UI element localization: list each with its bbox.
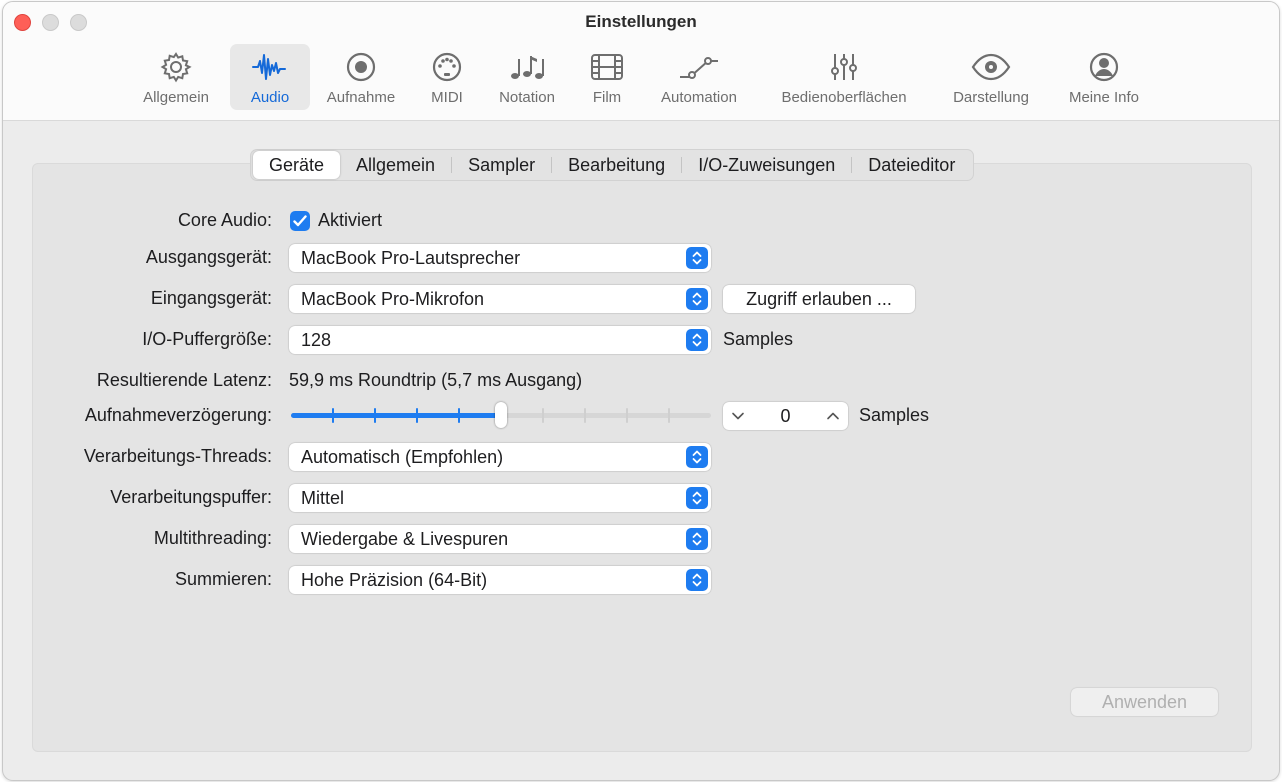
toolbar-item-midi[interactable]: MIDI [419, 44, 475, 110]
threads-label: Verarbeitungs-Threads: [83, 446, 272, 466]
toolbar-item-audio[interactable]: Audio [230, 44, 310, 110]
waveform-icon [252, 49, 288, 85]
tab-bearbeitung[interactable]: Bearbeitung [552, 151, 681, 179]
toolbar-label: Meine Info [1068, 89, 1140, 106]
toolbar-label: Audio [250, 89, 290, 106]
core-audio-label: Core Audio: [177, 210, 272, 230]
toolbar-label: Film [592, 89, 622, 106]
summing-select[interactable]: Hohe Präzision (64-Bit) [289, 566, 711, 594]
toolbar-label: Automation [661, 89, 737, 106]
slider-tick [626, 408, 628, 423]
latency-label: Resultierende Latenz: [96, 370, 272, 390]
core-audio-checkbox[interactable] [290, 211, 310, 231]
chevron-up-icon[interactable] [826, 409, 840, 428]
toolbar-item-bedienoberflaechen[interactable]: Bedienoberflächen [769, 44, 919, 110]
process-buffer-select[interactable]: Mittel [289, 484, 711, 512]
input-device-value: MacBook Pro-Mikrofon [301, 289, 485, 309]
allow-access-button[interactable]: Zugriff erlauben ... [723, 285, 915, 313]
film-icon [590, 49, 624, 85]
chevron-updown-icon [686, 288, 708, 310]
buffer-size-label: I/O-Puffergröße: [142, 329, 272, 349]
toolbar-item-darstellung[interactable]: Darstellung [943, 44, 1039, 110]
checkmark-icon [293, 215, 307, 227]
recording-delay-unit: Samples [859, 405, 930, 425]
slider-tick [416, 408, 418, 423]
automation-icon [678, 49, 720, 85]
chevron-updown-icon [686, 487, 708, 509]
toolbar-label: Allgemein [143, 89, 209, 106]
tab-sampler[interactable]: Sampler [452, 151, 551, 179]
toolbar-label: MIDI [431, 89, 463, 106]
toolbar-label: Aufnahme [326, 89, 396, 106]
toolbar-item-meine-info[interactable]: Meine Info [1059, 44, 1149, 110]
toolbar-item-film[interactable]: Film [581, 44, 633, 110]
recording-delay-slider[interactable] [291, 402, 711, 428]
slider-tick [458, 408, 460, 423]
chevron-updown-icon [686, 329, 708, 351]
toolbar-label: Notation [499, 89, 555, 106]
slider-thumb[interactable] [495, 402, 507, 428]
tab-allgemein[interactable]: Allgemein [340, 151, 451, 179]
buffer-size-select[interactable]: 128 [289, 326, 711, 354]
toolbar-item-allgemein[interactable]: Allgemein [136, 44, 216, 110]
multithreading-label: Multithreading: [153, 528, 272, 548]
notes-icon [509, 49, 545, 85]
window-title: Einstellungen [585, 12, 697, 31]
input-device-label: Eingangsgerät: [150, 288, 272, 308]
toolbar-item-automation[interactable]: Automation [651, 44, 747, 110]
buffer-size-unit: Samples [723, 329, 794, 349]
slider-tick [668, 408, 670, 423]
slider-tick [332, 408, 334, 423]
process-buffer-label: Verarbeitungspuffer: [110, 487, 272, 507]
toolbar-item-aufnahme[interactable]: Aufnahme [321, 44, 401, 110]
tab-io-zuweisungen[interactable]: I/O-Zuweisungen [682, 151, 851, 179]
multithreading-value: Wiedergabe & Livespuren [301, 529, 509, 549]
output-device-value: MacBook Pro-Lautsprecher [301, 248, 521, 268]
process-buffer-value: Mittel [301, 488, 345, 508]
midi-icon [431, 49, 463, 85]
recording-delay-label: Aufnahmeverzögerung: [84, 405, 272, 425]
threads-value: Automatisch (Empfohlen) [301, 447, 504, 467]
input-device-select[interactable]: MacBook Pro-Mikrofon [289, 285, 711, 313]
record-icon [345, 49, 377, 85]
toolbar-label: Darstellung [953, 89, 1029, 106]
sliders-icon [829, 49, 859, 85]
chevron-updown-icon [686, 247, 708, 269]
multithreading-select[interactable]: Wiedergabe & Livespuren [289, 525, 711, 553]
latency-value: 59,9 ms Roundtrip (5,7 ms Ausgang) [289, 370, 583, 390]
buffer-size-value: 128 [301, 330, 332, 350]
slider-tick [374, 408, 376, 423]
output-device-select[interactable]: MacBook Pro-Lautsprecher [289, 244, 711, 272]
tab-geraete[interactable]: Geräte [253, 151, 341, 179]
chevron-updown-icon [686, 446, 708, 468]
slider-fill [291, 413, 501, 418]
threads-select[interactable]: Automatisch (Empfohlen) [289, 443, 711, 471]
tab-bar: Geräte Allgemein Sampler Bearbeitung I/O… [250, 149, 975, 181]
toolbar-item-notation[interactable]: Notation [491, 44, 563, 110]
output-device-label: Ausgangsgerät: [145, 247, 272, 267]
slider-tick [542, 408, 544, 423]
preferences-window: Einstellungen Allgemein Audio Aufnahme M [2, 1, 1280, 781]
tab-dateieditor[interactable]: Dateieditor [852, 151, 971, 179]
eye-icon [971, 49, 1011, 85]
person-icon [1088, 49, 1120, 85]
chevron-updown-icon [686, 528, 708, 550]
title-bar: Einstellungen Allgemein Audio Aufnahme M [3, 2, 1279, 121]
core-audio-checkbox-label[interactable]: Aktiviert [318, 210, 382, 231]
gear-icon [160, 49, 192, 85]
summing-value: Hohe Präzision (64-Bit) [301, 570, 488, 590]
apply-button[interactable]: Anwenden [1071, 688, 1218, 716]
chevron-updown-icon [686, 569, 708, 591]
toolbar-label: Bedienoberflächen [781, 89, 907, 106]
summing-label: Summieren: [174, 569, 272, 589]
recording-delay-stepper[interactable]: 0 [723, 402, 848, 430]
slider-tick [584, 408, 586, 423]
